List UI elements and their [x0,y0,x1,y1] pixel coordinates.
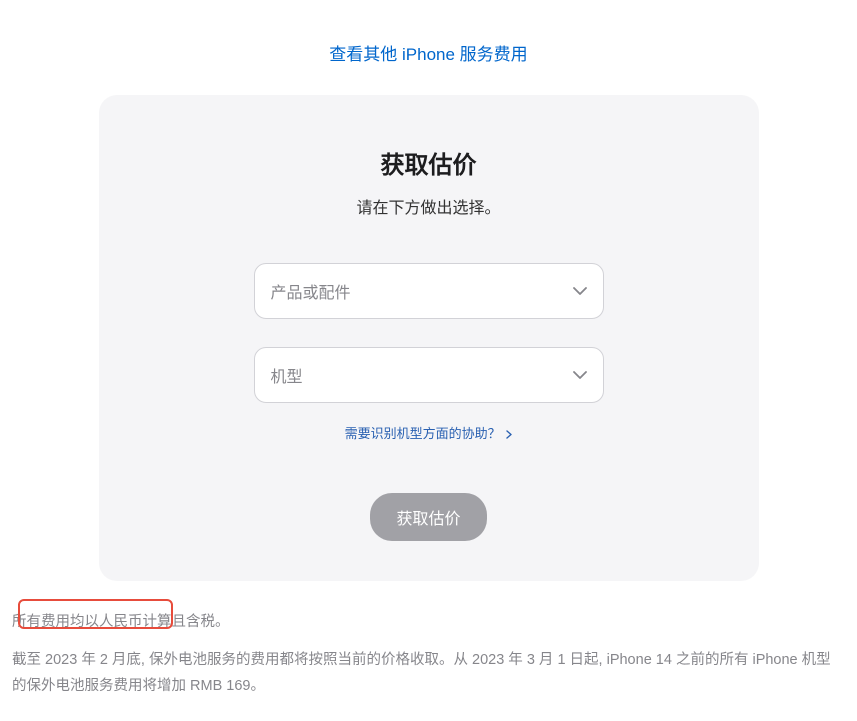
card-subtitle: 请在下方做出选择。 [139,194,719,218]
product-select-wrapper: 产品或配件 [254,263,604,319]
top-link-container: 查看其他 iPhone 服务费用 [0,0,857,95]
footer: 所有费用均以人民币计算且含税。 截至 2023 年 2 月底, 保外电池服务的费… [0,581,857,721]
chevron-right-icon [506,427,512,442]
chevron-down-icon [573,366,587,384]
product-select[interactable]: 产品或配件 [254,263,604,319]
card-title: 获取估价 [139,145,719,180]
help-link-container: 需要识别机型方面的协助？ [139,423,719,443]
help-link-label: 需要识别机型方面的协助？ [345,426,501,441]
get-estimate-button[interactable]: 获取估价 [370,493,486,541]
other-iphone-service-link[interactable]: 查看其他 iPhone 服务费用 [329,45,527,64]
model-select-placeholder: 机型 [271,363,303,387]
product-select-placeholder: 产品或配件 [271,279,351,303]
model-select-wrapper: 机型 [254,347,604,403]
estimate-card: 获取估价 请在下方做出选择。 产品或配件 机型 需要识别机型方面的协助？ [99,95,759,581]
footer-line-1: 所有费用均以人民币计算且含税。 [12,609,845,635]
model-select[interactable]: 机型 [254,347,604,403]
identify-model-help-link[interactable]: 需要识别机型方面的协助？ [345,426,513,441]
footer-line-2: 截至 2023 年 2 月底, 保外电池服务的费用都将按照当前的价格收取。从 2… [12,647,845,699]
chevron-down-icon [573,282,587,300]
